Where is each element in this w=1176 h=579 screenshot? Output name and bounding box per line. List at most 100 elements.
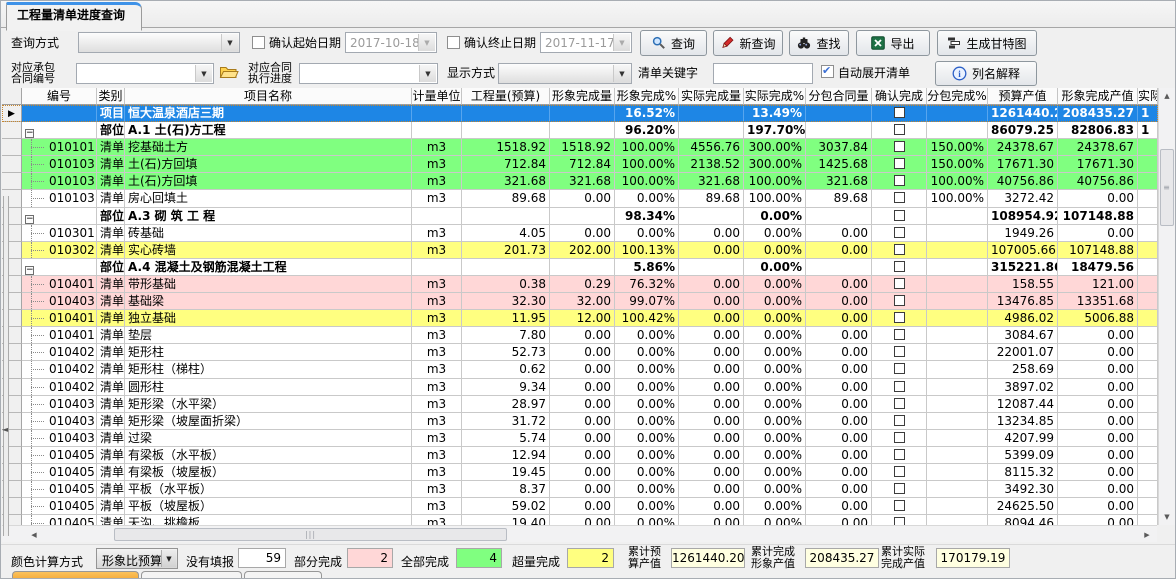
confirm-checkbox[interactable] xyxy=(894,210,905,221)
table-row[interactable]: 010405清单平板（水平板）m38.370.000.00%0.000.00%0… xyxy=(2,481,1158,498)
cell-confirm[interactable] xyxy=(872,498,927,515)
confirm-checkbox[interactable] xyxy=(894,500,905,511)
horizontal-scrollbar[interactable]: ◀ ||| ▶ xyxy=(2,525,1157,542)
cell-confirm[interactable] xyxy=(872,139,927,156)
scroll-up-icon[interactable]: ▲ xyxy=(1159,88,1175,104)
confirm-checkbox[interactable] xyxy=(894,466,905,477)
table-row[interactable]: 010405清单平板（坡屋板）m359.020.000.00%0.000.00%… xyxy=(2,498,1158,515)
confirm-checkbox[interactable] xyxy=(894,158,905,169)
confirm-checkbox[interactable] xyxy=(894,329,905,340)
cell-confirm[interactable] xyxy=(872,413,927,430)
row-indicator[interactable] xyxy=(2,122,22,139)
tab-progress-query[interactable]: 工程量清单进度查询 xyxy=(6,2,142,31)
scroll-left-icon[interactable]: ◀ xyxy=(26,527,42,542)
bottom-tab-3[interactable] xyxy=(244,571,322,579)
row-indicator[interactable] xyxy=(2,156,22,173)
cell-confirm[interactable] xyxy=(872,225,927,242)
start-date-picker[interactable]: 2017-10-18 ▼ xyxy=(345,32,437,53)
confirm-checkbox[interactable] xyxy=(894,124,905,135)
table-row[interactable]: −部位A.4 混凝土及钢筋混凝土工程5.86%0.00%315221.86184… xyxy=(2,259,1158,276)
new-query-button[interactable]: 新查询 xyxy=(713,30,783,56)
confirm-checkbox[interactable] xyxy=(894,483,905,494)
confirm-checkbox[interactable] xyxy=(894,244,905,255)
contract-no-select[interactable]: ▼ xyxy=(76,63,214,84)
table-row[interactable]: 010405清单有梁板（水平板）m312.940.000.00%0.000.00… xyxy=(2,447,1158,464)
tree-collapse-icon[interactable]: − xyxy=(25,215,34,224)
tree-collapse-icon[interactable]: − xyxy=(25,129,34,138)
table-row[interactable]: 010403清单基础梁m332.3032.0099.07%0.000.00%0.… xyxy=(2,293,1158,310)
column-header-qty-subcontract[interactable]: 分包合同量 xyxy=(806,88,872,105)
confirm-checkbox[interactable] xyxy=(894,517,905,525)
confirm-checkbox[interactable] xyxy=(894,141,905,152)
column-header-value-budget[interactable]: 预算产值 xyxy=(988,88,1058,105)
table-row[interactable]: 010103清单土(石)方回填m3712.84712.84100.00%2138… xyxy=(2,156,1158,173)
column-header-value-visual[interactable]: 形象完成产值 xyxy=(1058,88,1138,105)
cell-confirm[interactable] xyxy=(872,344,927,361)
confirm-checkbox[interactable] xyxy=(894,107,905,118)
confirm-checkbox[interactable] xyxy=(894,346,905,357)
column-header-category[interactable]: 类别 xyxy=(97,88,125,105)
table-row[interactable]: 010103清单土(石)方回填m3321.68321.68100.00%321.… xyxy=(2,173,1158,190)
confirm-checkbox[interactable] xyxy=(894,381,905,392)
table-row[interactable]: 010402清单矩形柱（梯柱）m30.620.000.00%0.000.00%0… xyxy=(2,361,1158,378)
table-row[interactable]: 010403清单矩形梁（坡屋面折梁）m331.720.000.00%0.000.… xyxy=(2,413,1158,430)
end-date-checkbox[interactable] xyxy=(447,36,460,49)
column-header-pct-subcontract[interactable]: 分包完成% xyxy=(927,88,988,105)
chevron-down-icon[interactable]: ▼ xyxy=(221,34,238,51)
confirm-checkbox[interactable] xyxy=(894,312,905,323)
column-header-unit[interactable]: 计量单位 xyxy=(412,88,462,105)
table-row[interactable]: 010405清单有梁板（坡屋板）m319.450.000.00%0.000.00… xyxy=(2,464,1158,481)
cell-confirm[interactable] xyxy=(872,447,927,464)
cell-confirm[interactable] xyxy=(872,293,927,310)
tree-collapse-icon[interactable]: − xyxy=(25,266,34,275)
table-row[interactable]: −部位A.3 砌 筑 工 程98.34%0.00%108954.92107148… xyxy=(2,208,1158,225)
column-help-button[interactable]: i 列名解释 xyxy=(935,61,1037,86)
confirm-checkbox[interactable] xyxy=(894,415,905,426)
keyword-input[interactable] xyxy=(713,63,813,84)
column-header-confirm[interactable]: 确认完成 xyxy=(872,88,927,105)
cell-confirm[interactable] xyxy=(872,430,927,447)
cell-confirm[interactable] xyxy=(872,259,927,276)
confirm-checkbox[interactable] xyxy=(894,363,905,374)
row-indicator[interactable]: ▶ xyxy=(2,105,22,122)
confirm-checkbox[interactable] xyxy=(894,227,905,238)
cell-confirm[interactable] xyxy=(872,481,927,498)
splitter-collapse-icon[interactable]: ◄ xyxy=(2,425,8,434)
cell-confirm[interactable] xyxy=(872,464,927,481)
table-row[interactable]: 010301清单砖基础m34.050.000.00%0.000.00%0.001… xyxy=(2,225,1158,242)
table-row[interactable]: 010302清单实心砖墙m3201.73202.00100.13%0.000.0… xyxy=(2,242,1158,259)
column-header-name[interactable]: 项目名称 xyxy=(125,88,412,105)
confirm-checkbox[interactable] xyxy=(894,192,905,203)
column-header-value-actual[interactable]: 实际完成产值 xyxy=(1138,88,1158,105)
chevron-down-icon[interactable]: ▼ xyxy=(613,65,630,82)
confirm-checkbox[interactable] xyxy=(894,261,905,272)
cell-confirm[interactable] xyxy=(872,276,927,293)
open-folder-button[interactable] xyxy=(219,64,241,81)
confirm-checkbox[interactable] xyxy=(894,295,905,306)
chevron-down-icon[interactable]: ▼ xyxy=(195,65,212,82)
query-button[interactable]: 查询 xyxy=(640,30,707,56)
cell-confirm[interactable] xyxy=(872,105,927,122)
cell-confirm[interactable] xyxy=(872,379,927,396)
table-row[interactable]: 010402清单圆形柱m39.340.000.00%0.000.00%0.003… xyxy=(2,379,1158,396)
table-row[interactable]: ▶项目恒大温泉酒店三期16.52%13.49%1261440.2208435.2… xyxy=(2,105,1158,122)
chevron-down-icon[interactable]: ▼ xyxy=(419,65,436,82)
table-row[interactable]: 010401清单独立基础m311.9512.00100.42%0.000.00%… xyxy=(2,310,1158,327)
display-mode-select[interactable]: ▼ xyxy=(498,63,632,84)
chevron-down-icon[interactable]: ▼ xyxy=(418,34,435,51)
scroll-right-icon[interactable]: ▶ xyxy=(1139,527,1155,542)
side-splitter[interactable] xyxy=(3,196,9,536)
contract-progress-select[interactable]: ▼ xyxy=(299,63,438,84)
table-row[interactable]: 010401清单垫层m37.800.000.00%0.000.00%0.0030… xyxy=(2,327,1158,344)
confirm-checkbox[interactable] xyxy=(894,449,905,460)
vertical-scrollbar[interactable]: ▲ ≡ ▼ xyxy=(1158,88,1175,525)
scroll-down-icon[interactable]: ▼ xyxy=(1159,509,1175,525)
find-button[interactable]: 查找 xyxy=(789,30,849,56)
column-header-pct-actual[interactable]: 实际完成% xyxy=(744,88,806,105)
column-header-code[interactable]: 编号 xyxy=(22,88,97,105)
generate-gantt-button[interactable]: 生成甘特图 xyxy=(937,30,1037,56)
table-row[interactable]: 010402清单矩形柱m352.730.000.00%0.000.00%0.00… xyxy=(2,344,1158,361)
column-header-qty-visual[interactable]: 形象完成量 xyxy=(550,88,615,105)
export-button[interactable]: 导出 xyxy=(856,30,930,56)
cell-confirm[interactable] xyxy=(872,515,927,525)
